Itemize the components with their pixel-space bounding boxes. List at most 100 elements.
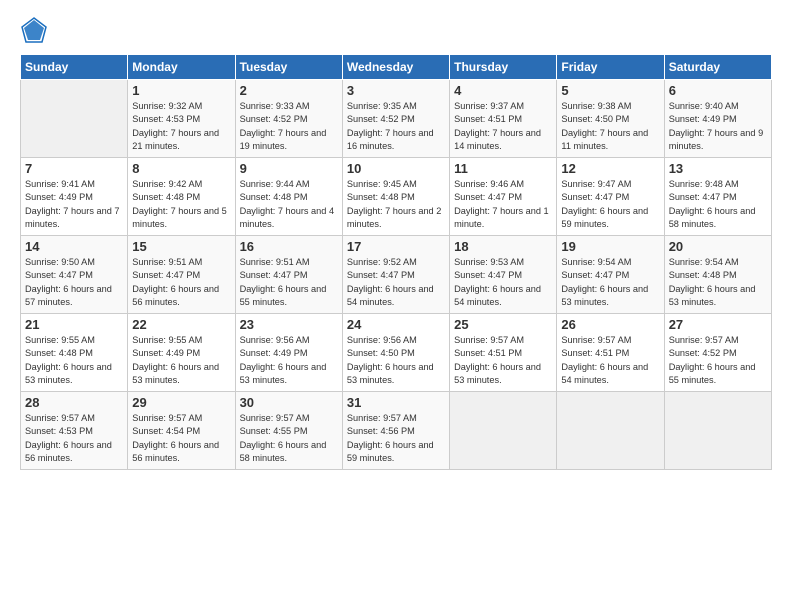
calendar-week-4: 21 Sunrise: 9:55 AM Sunset: 4:48 PM Dayl… [21,314,772,392]
calendar-cell: 14 Sunrise: 9:50 AM Sunset: 4:47 PM Dayl… [21,236,128,314]
day-number: 26 [561,317,659,332]
calendar-cell: 26 Sunrise: 9:57 AM Sunset: 4:51 PM Dayl… [557,314,664,392]
day-number: 16 [240,239,338,254]
calendar-cell: 5 Sunrise: 9:38 AM Sunset: 4:50 PM Dayli… [557,80,664,158]
day-info: Sunrise: 9:57 AM Sunset: 4:52 PM Dayligh… [669,334,767,387]
calendar-cell: 23 Sunrise: 9:56 AM Sunset: 4:49 PM Dayl… [235,314,342,392]
day-info: Sunrise: 9:53 AM Sunset: 4:47 PM Dayligh… [454,256,552,309]
main-container: Sunday Monday Tuesday Wednesday Thursday… [0,0,792,480]
day-info: Sunrise: 9:33 AM Sunset: 4:52 PM Dayligh… [240,100,338,153]
day-number: 17 [347,239,445,254]
day-number: 3 [347,83,445,98]
day-info: Sunrise: 9:45 AM Sunset: 4:48 PM Dayligh… [347,178,445,231]
calendar-cell [450,392,557,470]
calendar-cell: 28 Sunrise: 9:57 AM Sunset: 4:53 PM Dayl… [21,392,128,470]
logo [20,16,52,44]
day-info: Sunrise: 9:46 AM Sunset: 4:47 PM Dayligh… [454,178,552,231]
day-info: Sunrise: 9:54 AM Sunset: 4:48 PM Dayligh… [669,256,767,309]
col-tuesday: Tuesday [235,55,342,80]
day-info: Sunrise: 9:47 AM Sunset: 4:47 PM Dayligh… [561,178,659,231]
day-number: 6 [669,83,767,98]
day-number: 22 [132,317,230,332]
calendar-cell: 17 Sunrise: 9:52 AM Sunset: 4:47 PM Dayl… [342,236,449,314]
day-number: 15 [132,239,230,254]
day-number: 1 [132,83,230,98]
day-number: 8 [132,161,230,176]
col-wednesday: Wednesday [342,55,449,80]
day-info: Sunrise: 9:57 AM Sunset: 4:51 PM Dayligh… [561,334,659,387]
day-info: Sunrise: 9:40 AM Sunset: 4:49 PM Dayligh… [669,100,767,153]
day-info: Sunrise: 9:44 AM Sunset: 4:48 PM Dayligh… [240,178,338,231]
calendar-cell: 3 Sunrise: 9:35 AM Sunset: 4:52 PM Dayli… [342,80,449,158]
day-info: Sunrise: 9:51 AM Sunset: 4:47 PM Dayligh… [240,256,338,309]
calendar-cell [21,80,128,158]
calendar-cell: 31 Sunrise: 9:57 AM Sunset: 4:56 PM Dayl… [342,392,449,470]
col-sunday: Sunday [21,55,128,80]
day-info: Sunrise: 9:57 AM Sunset: 4:55 PM Dayligh… [240,412,338,465]
calendar-cell: 12 Sunrise: 9:47 AM Sunset: 4:47 PM Dayl… [557,158,664,236]
calendar-cell: 30 Sunrise: 9:57 AM Sunset: 4:55 PM Dayl… [235,392,342,470]
day-number: 23 [240,317,338,332]
calendar-table: Sunday Monday Tuesday Wednesday Thursday… [20,54,772,470]
day-number: 28 [25,395,123,410]
day-info: Sunrise: 9:42 AM Sunset: 4:48 PM Dayligh… [132,178,230,231]
day-info: Sunrise: 9:55 AM Sunset: 4:49 PM Dayligh… [132,334,230,387]
calendar-cell: 9 Sunrise: 9:44 AM Sunset: 4:48 PM Dayli… [235,158,342,236]
day-info: Sunrise: 9:32 AM Sunset: 4:53 PM Dayligh… [132,100,230,153]
day-number: 12 [561,161,659,176]
calendar-week-1: 1 Sunrise: 9:32 AM Sunset: 4:53 PM Dayli… [21,80,772,158]
day-info: Sunrise: 9:35 AM Sunset: 4:52 PM Dayligh… [347,100,445,153]
calendar-cell: 20 Sunrise: 9:54 AM Sunset: 4:48 PM Dayl… [664,236,771,314]
day-number: 27 [669,317,767,332]
day-number: 13 [669,161,767,176]
calendar-body: 1 Sunrise: 9:32 AM Sunset: 4:53 PM Dayli… [21,80,772,470]
calendar-cell: 1 Sunrise: 9:32 AM Sunset: 4:53 PM Dayli… [128,80,235,158]
day-info: Sunrise: 9:56 AM Sunset: 4:49 PM Dayligh… [240,334,338,387]
day-info: Sunrise: 9:38 AM Sunset: 4:50 PM Dayligh… [561,100,659,153]
calendar-header: Sunday Monday Tuesday Wednesday Thursday… [21,55,772,80]
calendar-cell: 15 Sunrise: 9:51 AM Sunset: 4:47 PM Dayl… [128,236,235,314]
day-info: Sunrise: 9:57 AM Sunset: 4:53 PM Dayligh… [25,412,123,465]
calendar-cell: 25 Sunrise: 9:57 AM Sunset: 4:51 PM Dayl… [450,314,557,392]
day-number: 5 [561,83,659,98]
calendar-cell: 6 Sunrise: 9:40 AM Sunset: 4:49 PM Dayli… [664,80,771,158]
calendar-cell: 2 Sunrise: 9:33 AM Sunset: 4:52 PM Dayli… [235,80,342,158]
col-saturday: Saturday [664,55,771,80]
calendar-cell [664,392,771,470]
calendar-cell: 18 Sunrise: 9:53 AM Sunset: 4:47 PM Dayl… [450,236,557,314]
day-info: Sunrise: 9:57 AM Sunset: 4:51 PM Dayligh… [454,334,552,387]
day-number: 2 [240,83,338,98]
day-info: Sunrise: 9:56 AM Sunset: 4:50 PM Dayligh… [347,334,445,387]
calendar-cell: 22 Sunrise: 9:55 AM Sunset: 4:49 PM Dayl… [128,314,235,392]
day-info: Sunrise: 9:51 AM Sunset: 4:47 PM Dayligh… [132,256,230,309]
header-row-days: Sunday Monday Tuesday Wednesday Thursday… [21,55,772,80]
calendar-cell: 4 Sunrise: 9:37 AM Sunset: 4:51 PM Dayli… [450,80,557,158]
calendar-cell: 16 Sunrise: 9:51 AM Sunset: 4:47 PM Dayl… [235,236,342,314]
day-number: 31 [347,395,445,410]
col-monday: Monday [128,55,235,80]
calendar-cell: 29 Sunrise: 9:57 AM Sunset: 4:54 PM Dayl… [128,392,235,470]
day-number: 21 [25,317,123,332]
day-number: 19 [561,239,659,254]
day-number: 14 [25,239,123,254]
calendar-cell: 10 Sunrise: 9:45 AM Sunset: 4:48 PM Dayl… [342,158,449,236]
day-number: 10 [347,161,445,176]
calendar-cell: 7 Sunrise: 9:41 AM Sunset: 4:49 PM Dayli… [21,158,128,236]
calendar-cell [557,392,664,470]
calendar-cell: 11 Sunrise: 9:46 AM Sunset: 4:47 PM Dayl… [450,158,557,236]
day-number: 24 [347,317,445,332]
col-friday: Friday [557,55,664,80]
day-number: 9 [240,161,338,176]
col-thursday: Thursday [450,55,557,80]
calendar-week-5: 28 Sunrise: 9:57 AM Sunset: 4:53 PM Dayl… [21,392,772,470]
day-number: 4 [454,83,552,98]
day-number: 30 [240,395,338,410]
day-info: Sunrise: 9:41 AM Sunset: 4:49 PM Dayligh… [25,178,123,231]
header-row [20,16,772,44]
calendar-cell: 24 Sunrise: 9:56 AM Sunset: 4:50 PM Dayl… [342,314,449,392]
day-info: Sunrise: 9:57 AM Sunset: 4:56 PM Dayligh… [347,412,445,465]
day-info: Sunrise: 9:50 AM Sunset: 4:47 PM Dayligh… [25,256,123,309]
calendar-cell: 27 Sunrise: 9:57 AM Sunset: 4:52 PM Dayl… [664,314,771,392]
day-info: Sunrise: 9:52 AM Sunset: 4:47 PM Dayligh… [347,256,445,309]
day-number: 11 [454,161,552,176]
